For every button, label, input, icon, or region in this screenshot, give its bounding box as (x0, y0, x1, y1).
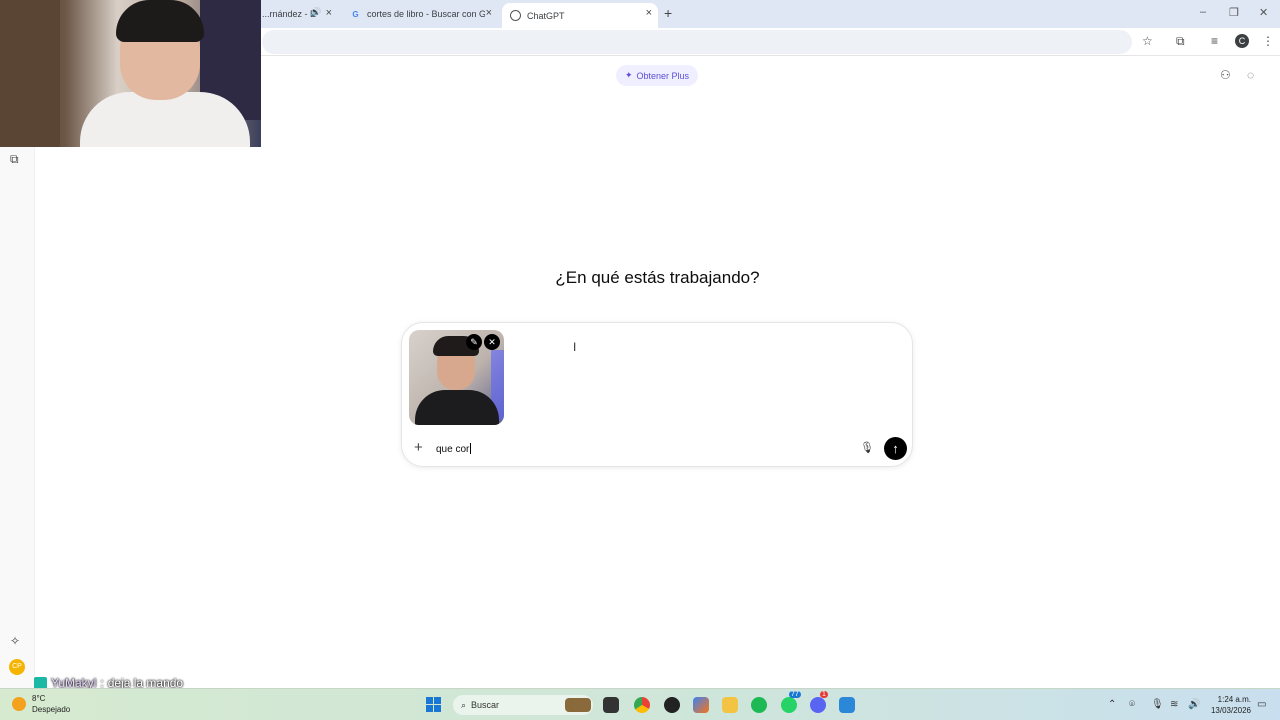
microphone-icon[interactable]: 🎙 (1151, 699, 1164, 710)
close-tab-icon[interactable]: × (646, 7, 652, 19)
system-clock[interactable]: 1:24 a.m. 13/03/2026 (1205, 694, 1251, 716)
search-icon: ⌕ (461, 699, 467, 710)
sparkle-icon: ✦ (624, 70, 633, 80)
discord-badge: 1 (820, 691, 828, 698)
close-window-icon[interactable]: ✕ (1259, 6, 1268, 19)
tab-title: ChatGPT (527, 10, 565, 21)
search-highlight-icon (565, 698, 591, 712)
menu-dots-icon[interactable]: ⋮ (1262, 34, 1274, 48)
thumbnail-person (415, 390, 499, 425)
tab-title: cortes de libro - Buscar con Goo (367, 9, 485, 19)
webcam-person (80, 92, 250, 147)
send-button[interactable]: ↑ (884, 437, 907, 460)
paint-icon[interactable] (839, 697, 855, 713)
speaker-icon[interactable]: 🔊 (310, 7, 321, 18)
user-avatar[interactable]: CP (9, 659, 25, 675)
message-composer[interactable]: ✎ ✕ + que cor 🎙 ↑ (401, 322, 913, 467)
folder-icon[interactable] (722, 697, 738, 713)
clock-time: 1:24 a.m. (1217, 695, 1251, 704)
extensions-icon[interactable]: ⧉ (1176, 34, 1185, 49)
webcam-overlay (0, 0, 261, 147)
sidebar-rail: ⧉ ✧ CP (0, 147, 35, 688)
start-button[interactable] (426, 697, 441, 712)
discord-icon[interactable]: 1 (810, 691, 828, 713)
text-cursor-icon: I (573, 340, 577, 354)
prompt-input[interactable]: que cor (436, 443, 471, 455)
copilot-icon[interactable] (693, 697, 709, 713)
chatgpt-icon (510, 10, 521, 21)
file-explorer-icon[interactable] (603, 697, 619, 713)
page-title: ¿En qué estás trabajando? (555, 268, 760, 287)
google-icon: G (352, 9, 359, 19)
tab-chatgpt[interactable]: ChatGPT × (502, 3, 658, 28)
media-control-icon[interactable]: ≡ (1211, 34, 1218, 48)
wifi-icon[interactable]: ≋ (1170, 699, 1178, 710)
tab-video[interactable]: ...rnández - E 🔊 × (262, 3, 338, 25)
spotify-icon[interactable] (751, 697, 767, 713)
new-tab-button[interactable]: + (664, 5, 672, 21)
account-icon[interactable]: ⚇ (1220, 68, 1231, 82)
weather-widget[interactable]: 8°C Despejado (12, 694, 70, 714)
tab-title: ...rnández - E (262, 9, 317, 19)
get-plus-label: Obtener Plus (636, 70, 690, 81)
weather-desc: Despejado (32, 705, 71, 714)
microphone-icon[interactable]: 🎙 (860, 441, 874, 454)
get-plus-button[interactable]: ✦ Obtener Plus (616, 65, 698, 86)
sparkle-icon[interactable]: ✧ (10, 634, 20, 648)
maximize-icon[interactable]: ❐ (1229, 6, 1239, 19)
attachment-thumbnail[interactable]: ✎ ✕ (409, 330, 504, 425)
edit-icon[interactable]: ✎ (466, 334, 482, 350)
weather-temp: 8°C (32, 694, 46, 703)
sidebar-toggle-icon[interactable]: ⧉ (10, 152, 19, 167)
webcam-person (116, 0, 204, 42)
webcam-background (0, 0, 60, 147)
bookmark-star-icon[interactable]: ☆ (1142, 34, 1153, 48)
weather-moon-icon (12, 697, 26, 711)
address-bar[interactable] (262, 30, 1132, 54)
close-tab-icon[interactable]: × (326, 7, 332, 19)
close-icon[interactable]: ✕ (484, 334, 500, 350)
clock-date: 13/03/2026 (1210, 706, 1251, 715)
screen: ...rnández - E 🔊 × G cortes de libro - B… (0, 0, 1280, 720)
windows-taskbar: 8°C Despejado ⌕ Buscar 77 1 ⌃ ⌾ 🎙 ≋ 🔊 1:… (0, 688, 1280, 720)
add-attachment-button[interactable]: + (414, 439, 423, 456)
tab-google-search[interactable]: G cortes de libro - Buscar con Goo × (342, 3, 498, 25)
profile-avatar[interactable]: C (1235, 34, 1249, 48)
minimize-icon[interactable]: – (1200, 6, 1206, 18)
whatsapp-badge: 77 (789, 691, 801, 698)
whatsapp-icon[interactable]: 77 (781, 691, 801, 713)
close-tab-icon[interactable]: × (486, 7, 492, 19)
notifications-icon[interactable]: ▭ (1257, 699, 1266, 710)
taskbar-search[interactable]: ⌕ Buscar (453, 695, 593, 715)
obs-icon[interactable] (664, 697, 680, 713)
search-label: Buscar (471, 700, 500, 710)
chrome-icon[interactable] (634, 697, 650, 713)
volume-icon[interactable]: 🔊 (1188, 699, 1200, 710)
temporary-chat-icon[interactable]: ◌ (1247, 68, 1254, 82)
chevron-up-icon[interactable]: ⌃ (1108, 699, 1116, 710)
network-icon[interactable]: ⌾ (1129, 699, 1135, 710)
